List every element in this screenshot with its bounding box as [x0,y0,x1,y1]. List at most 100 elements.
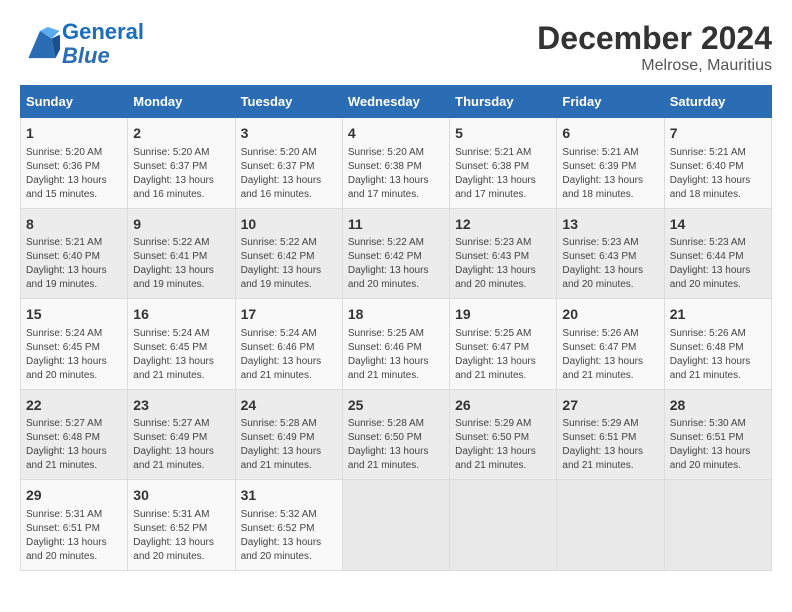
page-header: General Blue December 2024 Melrose, Maur… [20,20,772,75]
day-detail: Sunrise: 5:26 AMSunset: 6:48 PMDaylight:… [670,327,766,383]
header-row: SundayMondayTuesdayWednesdayThursdayFrid… [21,86,772,118]
day-number: 23 [133,396,229,416]
day-detail: Sunrise: 5:25 AMSunset: 6:46 PMDaylight:… [348,327,444,383]
calendar-cell: 20Sunrise: 5:26 AMSunset: 6:47 PMDayligh… [557,299,664,390]
day-detail: Sunrise: 5:23 AMSunset: 6:43 PMDaylight:… [562,236,658,292]
calendar-cell: 3Sunrise: 5:20 AMSunset: 6:37 PMDaylight… [235,118,342,209]
day-detail: Sunrise: 5:25 AMSunset: 6:47 PMDaylight:… [455,327,551,383]
calendar-week-2: 8Sunrise: 5:21 AMSunset: 6:40 PMDaylight… [21,208,772,299]
day-detail: Sunrise: 5:20 AMSunset: 6:37 PMDaylight:… [241,146,337,202]
calendar-cell: 12Sunrise: 5:23 AMSunset: 6:43 PMDayligh… [450,208,557,299]
day-number: 24 [241,396,337,416]
calendar-cell: 13Sunrise: 5:23 AMSunset: 6:43 PMDayligh… [557,208,664,299]
calendar-cell: 27Sunrise: 5:29 AMSunset: 6:51 PMDayligh… [557,389,664,480]
logo-text: General Blue [62,20,144,68]
calendar-cell: 19Sunrise: 5:25 AMSunset: 6:47 PMDayligh… [450,299,557,390]
day-number: 16 [133,305,229,325]
day-number: 1 [26,124,122,144]
day-number: 8 [26,215,122,235]
day-detail: Sunrise: 5:23 AMSunset: 6:43 PMDaylight:… [455,236,551,292]
day-detail: Sunrise: 5:22 AMSunset: 6:42 PMDaylight:… [348,236,444,292]
logo-icon [20,27,60,62]
header-thursday: Thursday [450,86,557,118]
calendar-table: SundayMondayTuesdayWednesdayThursdayFrid… [20,85,772,571]
calendar-cell: 2Sunrise: 5:20 AMSunset: 6:37 PMDaylight… [128,118,235,209]
day-detail: Sunrise: 5:26 AMSunset: 6:47 PMDaylight:… [562,327,658,383]
calendar-cell: 28Sunrise: 5:30 AMSunset: 6:51 PMDayligh… [664,389,771,480]
title-block: December 2024 Melrose, Mauritius [537,20,772,75]
calendar-week-1: 1Sunrise: 5:20 AMSunset: 6:36 PMDaylight… [21,118,772,209]
calendar-cell: 22Sunrise: 5:27 AMSunset: 6:48 PMDayligh… [21,389,128,480]
calendar-cell: 29Sunrise: 5:31 AMSunset: 6:51 PMDayligh… [21,480,128,571]
day-number: 25 [348,396,444,416]
calendar-header: SundayMondayTuesdayWednesdayThursdayFrid… [21,86,772,118]
day-detail: Sunrise: 5:32 AMSunset: 6:52 PMDaylight:… [241,508,337,564]
day-number: 12 [455,215,551,235]
calendar-cell: 10Sunrise: 5:22 AMSunset: 6:42 PMDayligh… [235,208,342,299]
day-detail: Sunrise: 5:27 AMSunset: 6:48 PMDaylight:… [26,417,122,473]
logo: General Blue [20,20,144,68]
day-number: 28 [670,396,766,416]
day-detail: Sunrise: 5:22 AMSunset: 6:42 PMDaylight:… [241,236,337,292]
calendar-cell [342,480,449,571]
day-detail: Sunrise: 5:29 AMSunset: 6:50 PMDaylight:… [455,417,551,473]
day-detail: Sunrise: 5:27 AMSunset: 6:49 PMDaylight:… [133,417,229,473]
calendar-cell [450,480,557,571]
day-number: 6 [562,124,658,144]
day-number: 19 [455,305,551,325]
day-detail: Sunrise: 5:28 AMSunset: 6:49 PMDaylight:… [241,417,337,473]
header-wednesday: Wednesday [342,86,449,118]
header-monday: Monday [128,86,235,118]
day-detail: Sunrise: 5:24 AMSunset: 6:46 PMDaylight:… [241,327,337,383]
calendar-week-3: 15Sunrise: 5:24 AMSunset: 6:45 PMDayligh… [21,299,772,390]
day-detail: Sunrise: 5:20 AMSunset: 6:38 PMDaylight:… [348,146,444,202]
calendar-cell: 4Sunrise: 5:20 AMSunset: 6:38 PMDaylight… [342,118,449,209]
header-sunday: Sunday [21,86,128,118]
subtitle: Melrose, Mauritius [537,57,772,75]
header-saturday: Saturday [664,86,771,118]
calendar-cell: 15Sunrise: 5:24 AMSunset: 6:45 PMDayligh… [21,299,128,390]
main-title: December 2024 [537,20,772,57]
calendar-cell: 17Sunrise: 5:24 AMSunset: 6:46 PMDayligh… [235,299,342,390]
day-detail: Sunrise: 5:31 AMSunset: 6:51 PMDaylight:… [26,508,122,564]
day-number: 22 [26,396,122,416]
day-detail: Sunrise: 5:29 AMSunset: 6:51 PMDaylight:… [562,417,658,473]
day-number: 21 [670,305,766,325]
day-detail: Sunrise: 5:20 AMSunset: 6:37 PMDaylight:… [133,146,229,202]
calendar-cell: 5Sunrise: 5:21 AMSunset: 6:38 PMDaylight… [450,118,557,209]
day-number: 10 [241,215,337,235]
calendar-cell: 11Sunrise: 5:22 AMSunset: 6:42 PMDayligh… [342,208,449,299]
day-number: 18 [348,305,444,325]
header-tuesday: Tuesday [235,86,342,118]
day-detail: Sunrise: 5:21 AMSunset: 6:39 PMDaylight:… [562,146,658,202]
calendar-cell [557,480,664,571]
calendar-cell: 24Sunrise: 5:28 AMSunset: 6:49 PMDayligh… [235,389,342,480]
calendar-body: 1Sunrise: 5:20 AMSunset: 6:36 PMDaylight… [21,118,772,571]
calendar-week-4: 22Sunrise: 5:27 AMSunset: 6:48 PMDayligh… [21,389,772,480]
calendar-cell: 25Sunrise: 5:28 AMSunset: 6:50 PMDayligh… [342,389,449,480]
day-detail: Sunrise: 5:31 AMSunset: 6:52 PMDaylight:… [133,508,229,564]
day-number: 11 [348,215,444,235]
calendar-cell: 30Sunrise: 5:31 AMSunset: 6:52 PMDayligh… [128,480,235,571]
day-number: 3 [241,124,337,144]
calendar-cell: 31Sunrise: 5:32 AMSunset: 6:52 PMDayligh… [235,480,342,571]
day-detail: Sunrise: 5:30 AMSunset: 6:51 PMDaylight:… [670,417,766,473]
day-detail: Sunrise: 5:22 AMSunset: 6:41 PMDaylight:… [133,236,229,292]
day-number: 17 [241,305,337,325]
day-detail: Sunrise: 5:21 AMSunset: 6:38 PMDaylight:… [455,146,551,202]
day-detail: Sunrise: 5:24 AMSunset: 6:45 PMDaylight:… [26,327,122,383]
calendar-cell: 14Sunrise: 5:23 AMSunset: 6:44 PMDayligh… [664,208,771,299]
day-number: 30 [133,486,229,506]
day-number: 29 [26,486,122,506]
day-detail: Sunrise: 5:28 AMSunset: 6:50 PMDaylight:… [348,417,444,473]
calendar-cell: 18Sunrise: 5:25 AMSunset: 6:46 PMDayligh… [342,299,449,390]
day-detail: Sunrise: 5:21 AMSunset: 6:40 PMDaylight:… [26,236,122,292]
day-number: 14 [670,215,766,235]
calendar-cell: 23Sunrise: 5:27 AMSunset: 6:49 PMDayligh… [128,389,235,480]
calendar-cell: 26Sunrise: 5:29 AMSunset: 6:50 PMDayligh… [450,389,557,480]
day-number: 15 [26,305,122,325]
day-number: 4 [348,124,444,144]
calendar-cell: 9Sunrise: 5:22 AMSunset: 6:41 PMDaylight… [128,208,235,299]
calendar-cell: 16Sunrise: 5:24 AMSunset: 6:45 PMDayligh… [128,299,235,390]
calendar-cell: 1Sunrise: 5:20 AMSunset: 6:36 PMDaylight… [21,118,128,209]
